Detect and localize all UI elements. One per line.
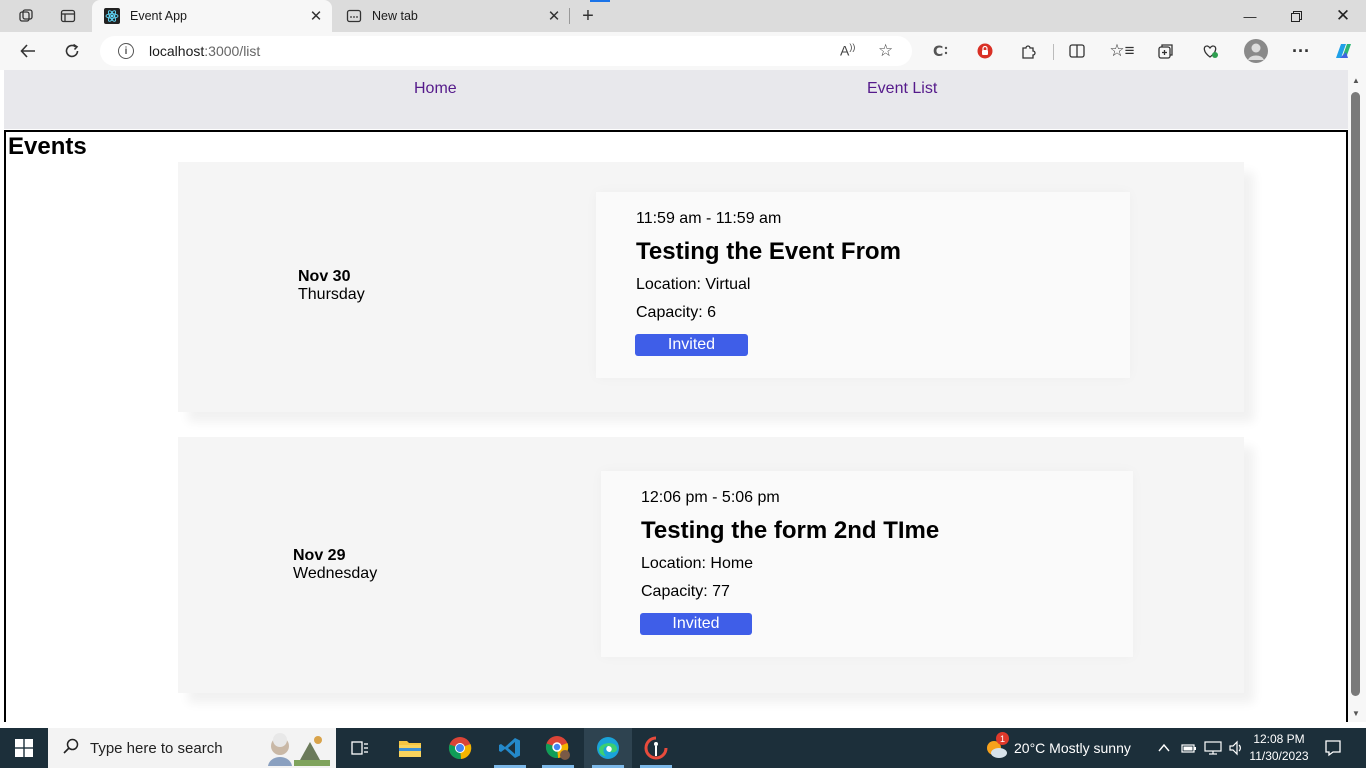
tab-actions-icon[interactable] <box>54 4 82 28</box>
event-month-day: Nov 30 <box>298 268 351 285</box>
taskbar-search-box[interactable]: Type here to search <box>48 728 336 768</box>
volume-icon[interactable] <box>1228 728 1244 768</box>
windows-start-button[interactable] <box>0 728 48 768</box>
extension-red-icon[interactable] <box>970 37 1000 65</box>
tab-highlight <box>590 0 610 2</box>
edge-icon[interactable] <box>584 728 632 768</box>
copilot-icon[interactable] <box>1328 37 1358 65</box>
copilot-sidebar-icon[interactable]: C <box>926 37 956 65</box>
address-bar[interactable]: i localhost:3000/list A)) ☆ <box>100 36 912 66</box>
file-explorer-icon[interactable] <box>386 728 434 768</box>
refresh-button[interactable] <box>57 37 87 65</box>
event-weekday: Wednesday <box>293 565 378 582</box>
tab-event-app[interactable]: Event App ✕ <box>92 0 332 32</box>
read-aloud-icon[interactable]: A)) <box>840 42 855 59</box>
browser-essentials-icon[interactable] <box>1195 37 1225 65</box>
event-time: 12:06 pm - 5:06 pm <box>641 489 780 506</box>
close-window-button[interactable]: ✕ <box>1320 0 1366 32</box>
event-date: Nov 29 Wednesday <box>293 547 377 583</box>
favorites-icon[interactable]: ☆≡ <box>1107 37 1137 65</box>
event-time: 11:59 am - 11:59 am <box>636 210 782 227</box>
event-card[interactable]: Nov 30 Thursday 11:59 am - 11:59 am Test… <box>178 162 1244 412</box>
tray-overflow-chevron-icon[interactable] <box>1157 728 1171 768</box>
tab-title: Event App <box>130 9 187 23</box>
vscode-icon[interactable] <box>486 728 534 768</box>
invited-status-button[interactable]: Invited <box>635 334 748 356</box>
taskbar-clock[interactable]: 12:08 PM 11/30/2023 <box>1244 731 1314 765</box>
event-capacity: Capacity: 77 <box>641 583 730 600</box>
clock-time: 12:08 PM <box>1253 732 1305 746</box>
search-icon <box>62 737 80 760</box>
minimize-button[interactable]: — <box>1227 0 1273 32</box>
search-highlight-illustration-icon <box>262 730 332 766</box>
chrome-icon[interactable] <box>436 728 484 768</box>
toolbar-separator <box>1053 44 1054 60</box>
page-title: Events <box>8 133 87 160</box>
invited-status-button[interactable]: Invited <box>640 613 752 635</box>
tab-title: New tab <box>372 9 418 23</box>
split-screen-icon[interactable] <box>1062 37 1092 65</box>
new-tab-page-icon <box>346 8 362 24</box>
event-name: Testing the Event From <box>636 238 901 265</box>
event-card[interactable]: Nov 29 Wednesday 12:06 pm - 5:06 pm Test… <box>178 437 1244 693</box>
close-tab-icon[interactable]: ✕ <box>542 7 566 25</box>
scroll-thumb[interactable] <box>1351 92 1360 696</box>
events-container: Events Nov 30 Thursday 11:59 am - 11:59 … <box>4 130 1348 722</box>
browser-toolbar: i localhost:3000/list A)) ☆ C ☆≡ ··· <box>0 32 1366 70</box>
collections-icon[interactable] <box>1151 37 1181 65</box>
event-capacity: Capacity: 6 <box>636 304 717 321</box>
site-info-icon[interactable]: i <box>118 43 134 59</box>
weather-text: 20°C Mostly sunny <box>1014 740 1131 756</box>
scroll-down-arrow-icon[interactable]: ▼ <box>1352 709 1360 718</box>
event-details: 12:06 pm - 5:06 pm Testing the form 2nd … <box>601 471 1133 657</box>
nav-event-list-link[interactable]: Event List <box>867 80 937 98</box>
page-scrollbar[interactable]: ▲ ▼ <box>1348 70 1366 722</box>
search-placeholder: Type here to search <box>90 739 223 757</box>
event-location: Location: Home <box>641 555 754 572</box>
event-location: Location: Virtual <box>636 276 751 293</box>
event-name: Testing the form 2nd TIme <box>641 517 940 544</box>
page-viewport: Home Event List Events Nov 30 Thursday 1… <box>4 70 1348 722</box>
notifications-icon[interactable] <box>1324 728 1342 768</box>
scroll-up-arrow-icon[interactable]: ▲ <box>1352 76 1360 85</box>
browser-tab-strip: Event App ✕ New tab ✕ + — ✕ <box>0 0 1366 32</box>
weather-widget[interactable]: 1 20°C Mostly sunny <box>984 728 1131 768</box>
workspaces-icon[interactable] <box>12 4 40 28</box>
tab-separator <box>569 8 570 24</box>
url-text: localhost:3000/list <box>149 43 261 59</box>
restore-button[interactable] <box>1273 0 1319 32</box>
event-date: Nov 30 Thursday <box>298 268 365 304</box>
settings-more-icon[interactable]: ··· <box>1286 37 1316 65</box>
battery-icon[interactable] <box>1181 728 1197 768</box>
tab-new-tab[interactable]: New tab ✕ <box>334 0 570 32</box>
extensions-icon[interactable] <box>1014 37 1044 65</box>
git-tool-icon[interactable] <box>632 728 680 768</box>
top-nav: Home Event List <box>4 70 1348 129</box>
close-tab-icon[interactable]: ✕ <box>304 7 328 25</box>
windows-taskbar: Type here to search 1 20°C Mostly sunny <box>0 728 1366 768</box>
new-tab-button[interactable]: + <box>576 4 600 28</box>
event-month-day: Nov 29 <box>293 547 346 564</box>
svg-text:C: C <box>933 44 943 60</box>
event-details: 11:59 am - 11:59 am Testing the Event Fr… <box>596 192 1130 378</box>
nav-home-link[interactable]: Home <box>414 80 457 98</box>
react-icon <box>104 8 120 24</box>
event-weekday: Thursday <box>298 286 365 303</box>
network-icon[interactable] <box>1204 728 1222 768</box>
task-view-icon[interactable] <box>336 728 384 768</box>
weather-icon: 1 <box>984 732 1009 760</box>
weather-badge: 1 <box>996 732 1009 745</box>
clock-date: 11/30/2023 <box>1249 749 1309 763</box>
favorite-star-icon[interactable]: ☆ <box>878 41 893 61</box>
chrome-profile-icon[interactable] <box>534 728 582 768</box>
back-button[interactable] <box>13 37 43 65</box>
profile-avatar[interactable] <box>1241 37 1271 65</box>
